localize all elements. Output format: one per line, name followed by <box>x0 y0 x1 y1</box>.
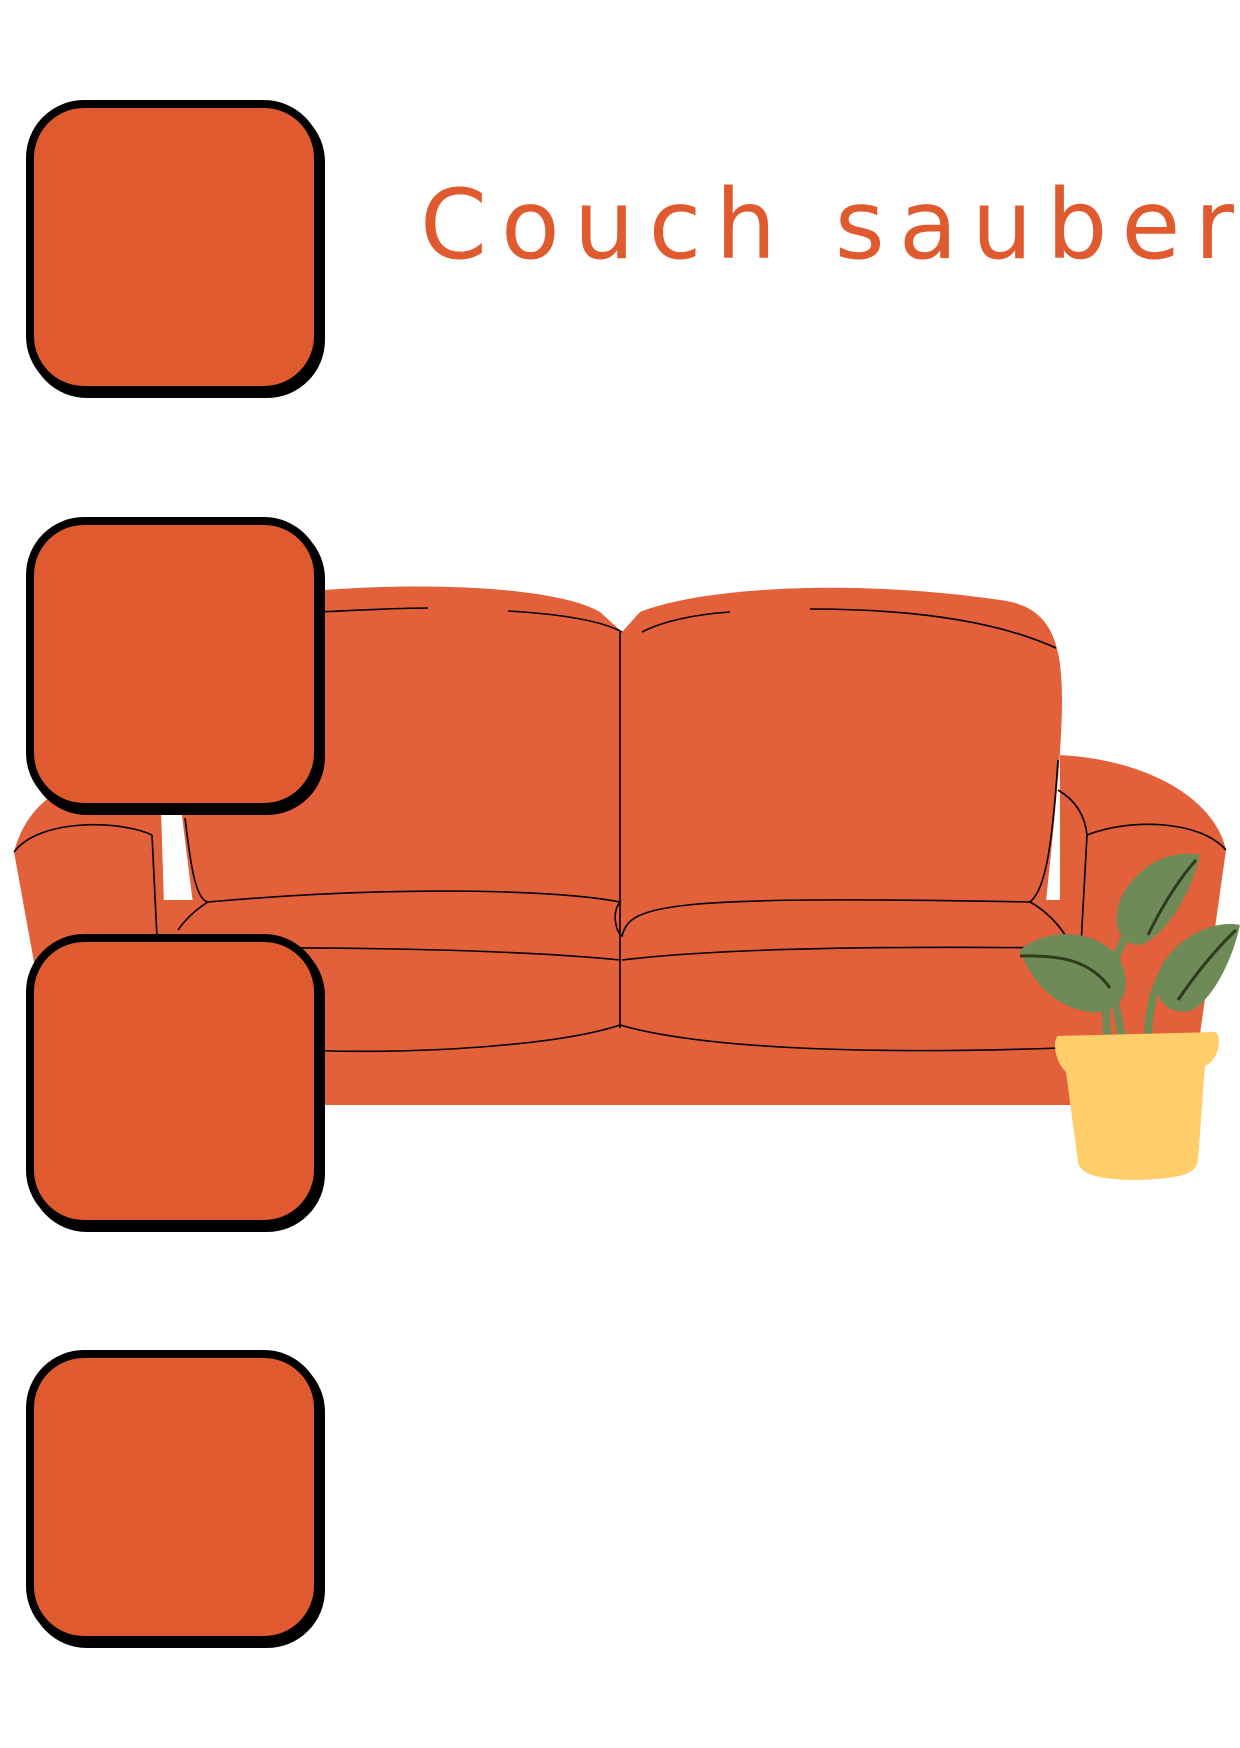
plant-pot <box>1054 1032 1219 1180</box>
tile-square-1[interactable] <box>26 100 322 394</box>
tile-square-3[interactable] <box>26 934 322 1228</box>
page-title: Couch sauber <box>420 169 1240 281</box>
tile-square-4[interactable] <box>26 1350 322 1644</box>
tile-square-2[interactable] <box>26 517 322 811</box>
